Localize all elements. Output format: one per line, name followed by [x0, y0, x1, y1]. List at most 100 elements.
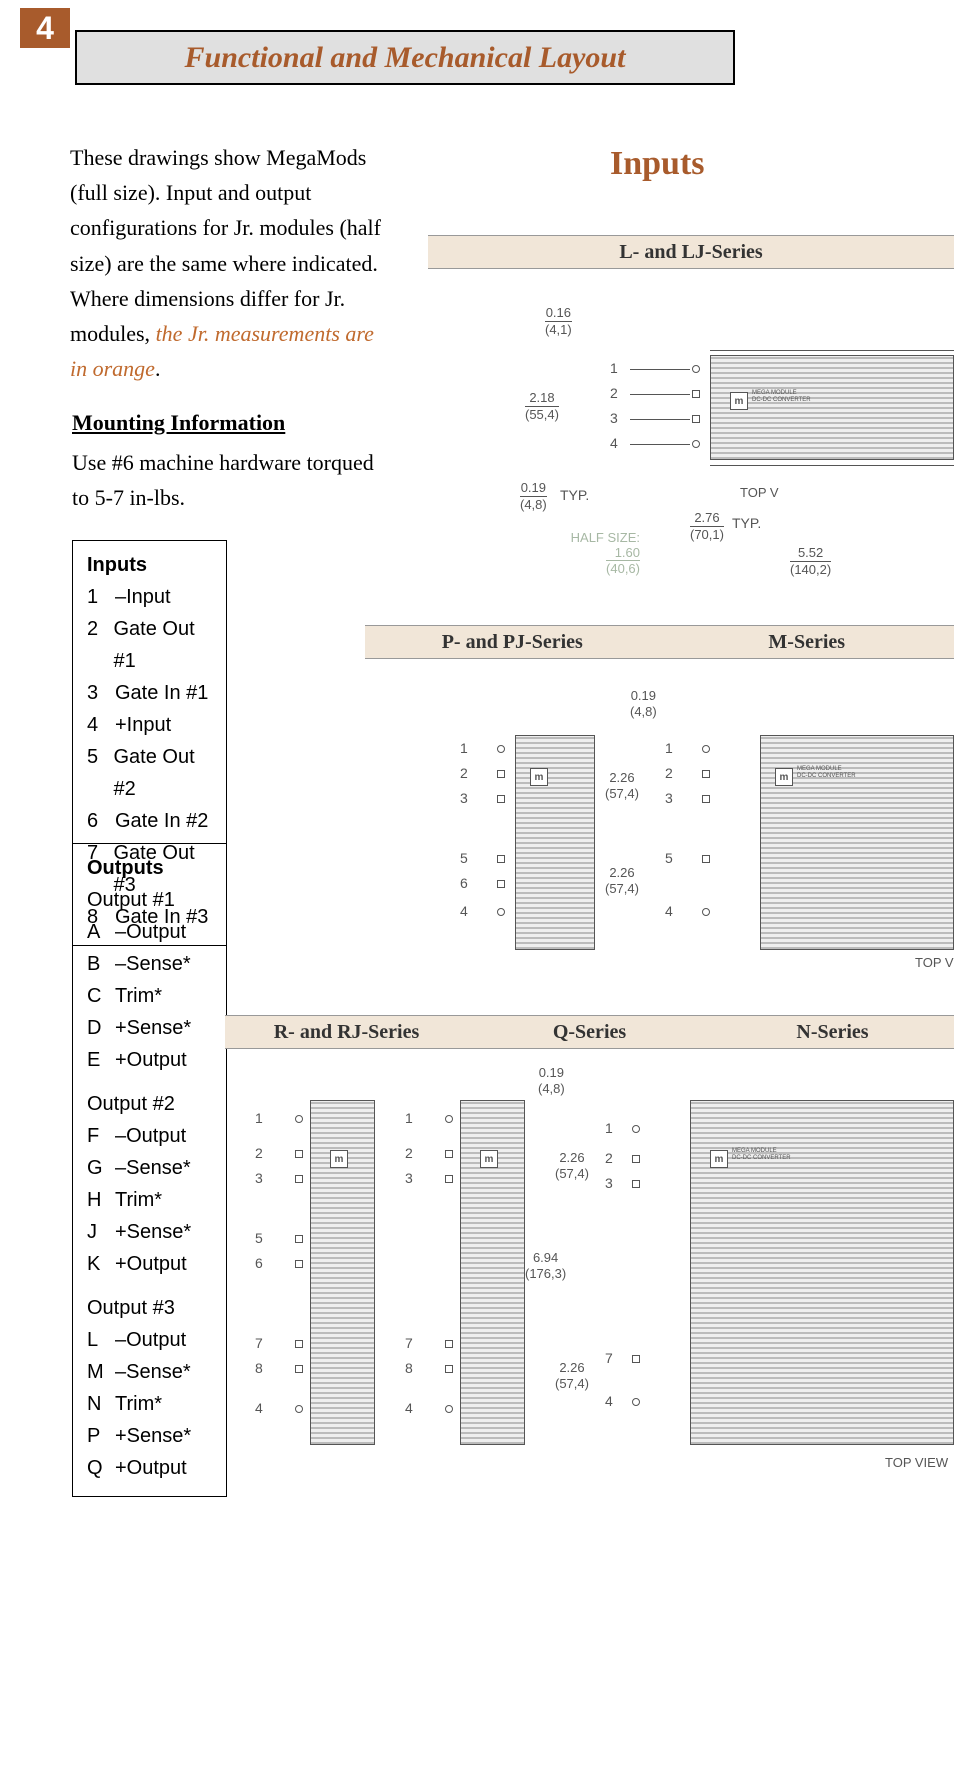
- legend-val: Gate In #2: [115, 805, 208, 837]
- diagram-pm-series: m 1 2 3 5 6 4 m MEGA MODULEDC-DC CONVERT…: [365, 680, 954, 990]
- module-body-p: [515, 735, 595, 950]
- module-logo-icon: m: [730, 392, 748, 410]
- pin-icon: [632, 1155, 640, 1163]
- pin-label: 8: [255, 1360, 263, 1376]
- pin-icon: [295, 1405, 303, 1413]
- legend-row: HTrim*: [87, 1184, 212, 1216]
- legend-key: P: [87, 1420, 103, 1452]
- pin-label: 7: [255, 1335, 263, 1351]
- legend-row: E+Output: [87, 1044, 212, 1076]
- legend-key: B: [87, 948, 103, 980]
- legend-row: J+Sense*: [87, 1216, 212, 1248]
- pin-label-2: 2: [610, 385, 618, 401]
- legend-row: L–Output: [87, 1324, 212, 1356]
- pin-icon: [295, 1260, 303, 1268]
- pin-label-1: 1: [610, 360, 618, 376]
- page-number-badge: 4: [20, 8, 70, 48]
- legend-val: –Sense*: [115, 1152, 191, 1184]
- series-label-q: Q-Series: [468, 1021, 711, 1044]
- legend-row: F–Output: [87, 1120, 212, 1152]
- pin-label: 5: [460, 850, 468, 866]
- legend-val: +Output: [115, 1452, 187, 1484]
- inputs-heading: Inputs: [610, 145, 705, 183]
- pin-label: 8: [405, 1360, 413, 1376]
- pin-icon: [445, 1175, 453, 1183]
- pin-icon: [702, 770, 710, 778]
- legend-val: –Sense*: [115, 948, 191, 980]
- legend-key: L: [87, 1324, 103, 1356]
- legend-row: 2Gate Out #1: [87, 613, 212, 677]
- legend-key: M: [87, 1356, 103, 1388]
- pin-icon: [632, 1125, 640, 1133]
- pin-icon: [295, 1175, 303, 1183]
- legend-val: Trim*: [115, 1184, 162, 1216]
- legend-row: P +Sense*: [87, 1420, 212, 1452]
- legend-row: Q +Output: [87, 1452, 212, 1484]
- legend-key: 3: [87, 677, 103, 709]
- series-label-p: P- and PJ-Series: [365, 631, 660, 654]
- legend-row: K+Output: [87, 1248, 212, 1280]
- pin-label: 1: [405, 1110, 413, 1126]
- pin-label: 2: [460, 765, 468, 781]
- legend-key: G: [87, 1152, 103, 1184]
- module-logo-label: MEGA MODULEDC-DC CONVERTER: [752, 390, 811, 403]
- dim-218: 2.18(55,4): [525, 390, 559, 422]
- legend-key: K: [87, 1248, 103, 1280]
- pin-icon: [692, 365, 700, 373]
- pin-label: 4: [255, 1400, 263, 1416]
- module-logo-icon: m: [710, 1150, 728, 1168]
- output-group-3-title: Output #3: [87, 1292, 212, 1324]
- pin-icon: [692, 390, 700, 398]
- series-label-m: M-Series: [660, 631, 954, 654]
- legend-val: Gate In #1: [115, 677, 208, 709]
- legend-row: B –Sense*: [87, 948, 212, 980]
- legend-key: D: [87, 1012, 103, 1044]
- pin-label: 4: [605, 1393, 613, 1409]
- dim-226-rqn-bot: 2.26(57,4): [555, 1360, 589, 1391]
- pin-label: 3: [665, 790, 673, 806]
- dim-019-rqn: 0.19(4,8): [538, 1065, 565, 1096]
- pin-label: 6: [255, 1255, 263, 1271]
- pin-icon: [497, 770, 505, 778]
- legend-row: G –Sense*: [87, 1152, 212, 1184]
- legend-val: +Sense*: [115, 1216, 191, 1248]
- legend-key: Q: [87, 1452, 103, 1484]
- top-view-label: TOP VIEW: [885, 1455, 948, 1470]
- module-logo-icon: m: [330, 1150, 348, 1168]
- pin-icon: [702, 855, 710, 863]
- series-label-n: N-Series: [711, 1021, 954, 1044]
- pin-label: 1: [255, 1110, 263, 1126]
- legend-val: –Input: [115, 581, 171, 613]
- legend-val: +Sense*: [115, 1012, 191, 1044]
- dim-552: 5.52(140,2): [790, 545, 831, 577]
- pin-icon: [445, 1340, 453, 1348]
- legend-key: 4: [87, 709, 103, 741]
- legend-val: +Sense*: [115, 1420, 191, 1452]
- legend-val: Trim*: [115, 980, 162, 1012]
- diagram-l-series: m MEGA MODULEDC-DC CONVERTER 1 2 3 4 0.1…: [430, 280, 954, 600]
- pin-label: 7: [605, 1350, 613, 1366]
- pin-icon: [295, 1235, 303, 1243]
- pin-label: 7: [405, 1335, 413, 1351]
- legend-key: 1: [87, 581, 103, 613]
- legend-val: +Input: [115, 709, 171, 741]
- pin-label-3: 3: [610, 410, 618, 426]
- top-view-label: TOP V: [740, 485, 779, 500]
- pin-label: 3: [460, 790, 468, 806]
- pin-label: 1: [665, 740, 673, 756]
- outputs-legend-title: Outputs: [87, 852, 212, 884]
- pin-label: 3: [405, 1170, 413, 1186]
- pin-label: 5: [255, 1230, 263, 1246]
- series-label-l: L- and LJ-Series: [619, 241, 762, 264]
- pin-label-4: 4: [610, 435, 618, 451]
- module-logo-icon: m: [775, 768, 793, 786]
- legend-row: 6Gate In #2: [87, 805, 212, 837]
- pin-icon: [295, 1150, 303, 1158]
- dim-226-bot: 2.26(57,4): [605, 865, 639, 896]
- pin-icon: [295, 1365, 303, 1373]
- legend-key: 5: [87, 741, 101, 805]
- pin-label: 5: [665, 850, 673, 866]
- pin-label: 3: [255, 1170, 263, 1186]
- pin-icon: [445, 1405, 453, 1413]
- series-bar-l: L- and LJ-Series: [428, 235, 954, 269]
